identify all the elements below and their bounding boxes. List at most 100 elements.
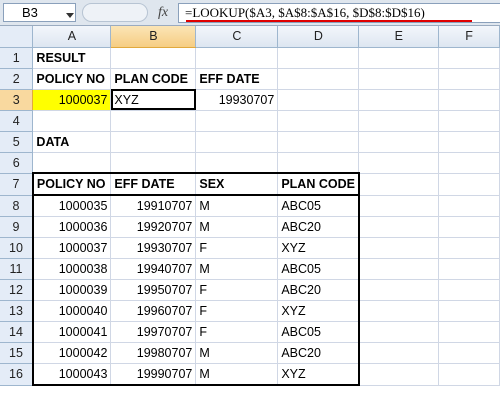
cell[interactable] — [358, 300, 440, 322]
cell[interactable] — [277, 47, 360, 69]
data-policy-no[interactable]: 1000037 — [31, 237, 112, 259]
data-policy-no[interactable]: 1000043 — [31, 363, 112, 386]
result-header-plan-code[interactable]: PLAN CODE — [110, 68, 197, 90]
cell[interactable] — [438, 89, 500, 111]
cell[interactable] — [277, 110, 360, 132]
cell[interactable] — [438, 258, 500, 280]
cell[interactable] — [277, 152, 360, 174]
cell[interactable] — [438, 173, 500, 196]
cell[interactable] — [32, 152, 112, 174]
cell[interactable] — [358, 216, 440, 238]
formula-bar-splitter[interactable] — [82, 3, 148, 22]
data-title[interactable]: DATA — [32, 131, 112, 153]
data-plan-code[interactable]: XYZ — [277, 300, 360, 322]
data-plan-code[interactable]: XYZ — [277, 363, 360, 386]
data-policy-no[interactable]: 1000041 — [31, 321, 112, 343]
select-all-corner[interactable] — [0, 26, 34, 48]
data-header-eff-date[interactable]: EFF DATE — [110, 173, 197, 196]
data-sex[interactable]: M — [195, 363, 279, 386]
cell[interactable] — [358, 68, 440, 90]
cell[interactable] — [358, 110, 440, 132]
data-sex[interactable]: F — [195, 237, 279, 259]
data-sex[interactable]: M — [195, 195, 279, 217]
row-header[interactable]: 5 — [0, 131, 34, 153]
cell[interactable] — [358, 195, 440, 217]
data-eff-date[interactable]: 19940707 — [110, 258, 197, 280]
data-plan-code[interactable]: ABC20 — [277, 216, 360, 238]
cell[interactable] — [438, 152, 500, 174]
row-header[interactable]: 16 — [0, 363, 34, 386]
data-policy-no[interactable]: 1000038 — [31, 258, 112, 280]
data-sex[interactable]: M — [195, 216, 279, 238]
cell[interactable] — [438, 279, 500, 301]
data-eff-date[interactable]: 19950707 — [110, 279, 197, 301]
row-header[interactable]: 1 — [0, 47, 34, 69]
data-plan-code[interactable]: ABC05 — [277, 321, 360, 343]
data-eff-date[interactable]: 19980707 — [110, 342, 197, 364]
row-header[interactable]: 13 — [0, 300, 34, 322]
data-sex[interactable]: F — [195, 321, 279, 343]
data-eff-date[interactable]: 19970707 — [110, 321, 197, 343]
result-header-policy-no[interactable]: POLICY NO — [32, 68, 112, 90]
row-header[interactable]: 4 — [0, 110, 34, 132]
cell[interactable] — [438, 131, 500, 153]
cell[interactable] — [438, 363, 500, 386]
data-header-plan-code[interactable]: PLAN CODE — [277, 173, 360, 196]
data-eff-date[interactable]: 19960707 — [110, 300, 197, 322]
data-policy-no[interactable]: 1000035 — [31, 195, 112, 217]
row-header[interactable]: 7 — [0, 173, 34, 196]
cell[interactable] — [358, 152, 440, 174]
result-eff-date[interactable]: 19930707 — [195, 89, 279, 111]
column-header-c[interactable]: C — [195, 26, 279, 48]
data-header-sex[interactable]: SEX — [195, 173, 279, 196]
insert-function-icon[interactable]: fx — [150, 4, 176, 22]
column-header-f[interactable]: F — [438, 26, 500, 48]
data-plan-code[interactable]: ABC20 — [277, 279, 360, 301]
data-sex[interactable]: F — [195, 279, 279, 301]
row-header[interactable]: 6 — [0, 152, 34, 174]
name-box[interactable]: B3 — [3, 3, 76, 22]
result-policy-no[interactable]: 1000037 — [32, 89, 112, 111]
cell[interactable] — [358, 89, 440, 111]
cell[interactable] — [110, 131, 197, 153]
row-header[interactable]: 8 — [0, 195, 34, 217]
data-policy-no[interactable]: 1000042 — [31, 342, 112, 364]
row-header[interactable]: 14 — [0, 321, 34, 343]
data-plan-code[interactable]: ABC20 — [277, 342, 360, 364]
cell[interactable] — [358, 47, 440, 69]
data-eff-date[interactable]: 19990707 — [110, 363, 197, 386]
column-header-e[interactable]: E — [358, 26, 440, 48]
data-plan-code[interactable]: ABC05 — [277, 195, 360, 217]
data-eff-date[interactable]: 19920707 — [110, 216, 197, 238]
data-header-policy-no[interactable]: POLICY NO — [31, 173, 112, 196]
row-header[interactable]: 10 — [0, 237, 34, 259]
row-header[interactable]: 12 — [0, 279, 34, 301]
row-header[interactable]: 2 — [0, 68, 34, 90]
cell[interactable] — [438, 216, 500, 238]
data-sex[interactable]: M — [195, 342, 279, 364]
cell[interactable] — [110, 152, 197, 174]
cell[interactable] — [358, 237, 440, 259]
cell[interactable] — [358, 173, 440, 196]
cell[interactable] — [110, 110, 197, 132]
cell[interactable] — [277, 68, 360, 90]
row-header[interactable]: 3 — [0, 89, 34, 111]
cell[interactable] — [195, 47, 279, 69]
column-header-b[interactable]: B — [110, 26, 197, 48]
cell[interactable] — [277, 89, 360, 111]
data-plan-code[interactable]: ABC05 — [277, 258, 360, 280]
cell[interactable] — [358, 258, 440, 280]
cell[interactable] — [438, 237, 500, 259]
data-sex[interactable]: F — [195, 300, 279, 322]
cell[interactable] — [358, 131, 440, 153]
result-title[interactable]: RESULT — [32, 47, 112, 69]
data-plan-code[interactable]: XYZ — [277, 237, 360, 259]
column-header-d[interactable]: D — [277, 26, 360, 48]
cell[interactable] — [438, 68, 500, 90]
cell[interactable] — [438, 321, 500, 343]
cell[interactable] — [358, 342, 440, 364]
cell[interactable] — [195, 152, 279, 174]
result-plan-code[interactable]: XYZ — [110, 89, 197, 111]
cell[interactable] — [32, 110, 112, 132]
data-policy-no[interactable]: 1000040 — [31, 300, 112, 322]
